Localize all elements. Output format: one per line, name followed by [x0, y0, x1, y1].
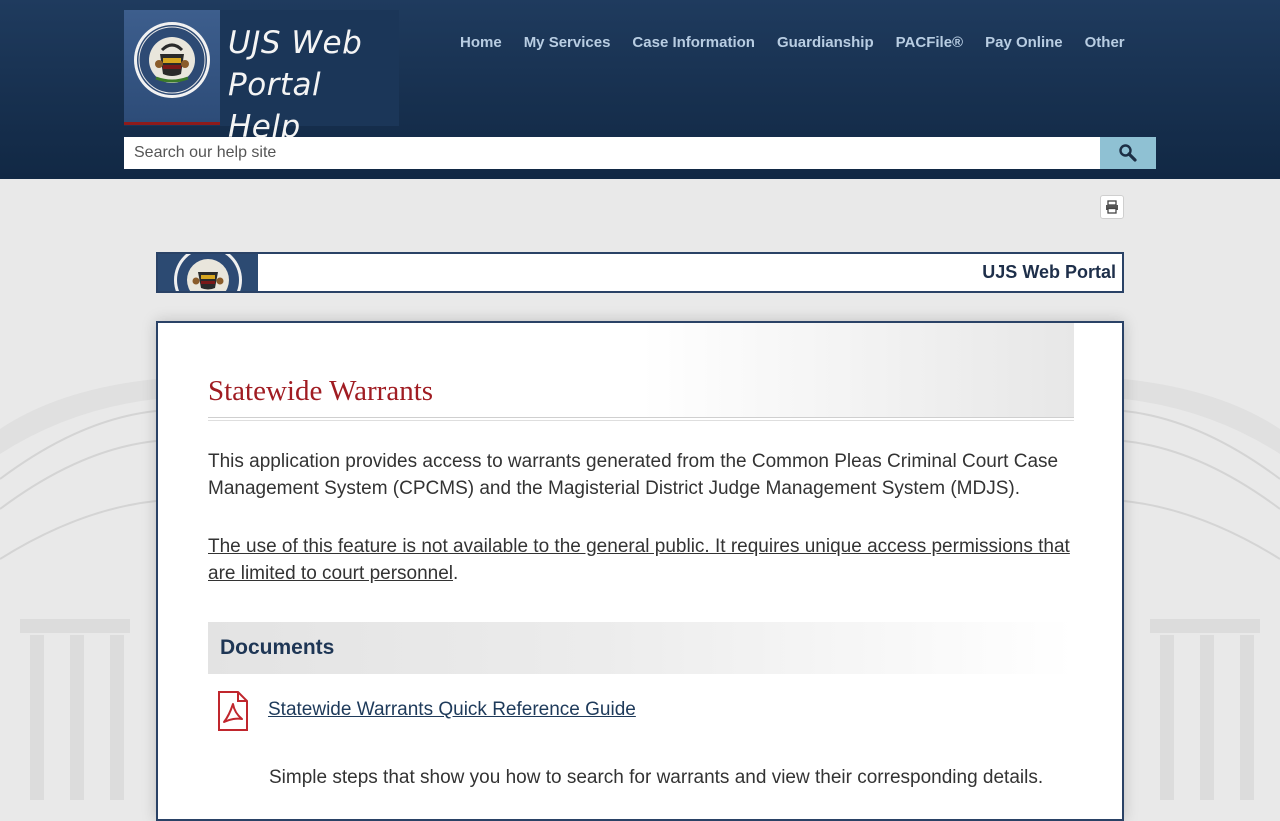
- page-title: Statewide Warrants: [208, 375, 434, 407]
- quick-reference-guide-link[interactable]: Statewide Warrants Quick Reference Guide: [268, 699, 636, 721]
- title-band: Statewide Warrants: [208, 323, 1074, 421]
- nav-my-services[interactable]: My Services: [513, 34, 622, 51]
- banner-seal: [158, 254, 258, 291]
- nav-pay-online[interactable]: Pay Online: [974, 34, 1074, 51]
- logo-title-line2: Portal Help: [228, 67, 322, 145]
- site-header: UJS Web Portal Help Home My Services Cas…: [0, 0, 1280, 179]
- search-button[interactable]: [1100, 137, 1156, 169]
- main-nav: Home My Services Case Information Guardi…: [449, 34, 1136, 51]
- content-card: Statewide Warrants This application prov…: [156, 321, 1124, 821]
- search-input[interactable]: [124, 137, 1100, 169]
- search-bar: [124, 137, 1156, 169]
- quick-reference-guide-description: Simple steps that show you how to search…: [269, 767, 1044, 788]
- site-logo[interactable]: UJS Web Portal Help: [124, 10, 399, 145]
- documents-heading: Documents: [220, 636, 335, 659]
- supreme-court-seal: [124, 10, 220, 125]
- search-icon: [1119, 144, 1137, 162]
- logo-title-line1: UJS Web: [228, 25, 363, 61]
- documents-section-header: Documents: [208, 622, 1074, 674]
- nav-home[interactable]: Home: [449, 34, 513, 51]
- nav-pacfile[interactable]: PACFile®: [885, 34, 974, 51]
- pdf-icon: [218, 691, 248, 731]
- print-icon: [1106, 200, 1118, 214]
- access-notice-suffix: .: [453, 563, 459, 584]
- intro-text: This application provides access to warr…: [208, 451, 1059, 499]
- logo-title: UJS Web Portal Help: [228, 22, 398, 148]
- portal-banner: UJS Web Portal: [156, 252, 1124, 293]
- nav-other[interactable]: Other: [1074, 34, 1136, 51]
- access-notice-link[interactable]: The use of this feature is not available…: [208, 536, 1070, 584]
- print-button[interactable]: [1100, 195, 1124, 219]
- nav-case-information[interactable]: Case Information: [621, 34, 766, 51]
- nav-guardianship[interactable]: Guardianship: [766, 34, 885, 51]
- access-notice: The use of this feature is not available…: [208, 533, 1074, 587]
- banner-title: UJS Web Portal: [982, 262, 1116, 282]
